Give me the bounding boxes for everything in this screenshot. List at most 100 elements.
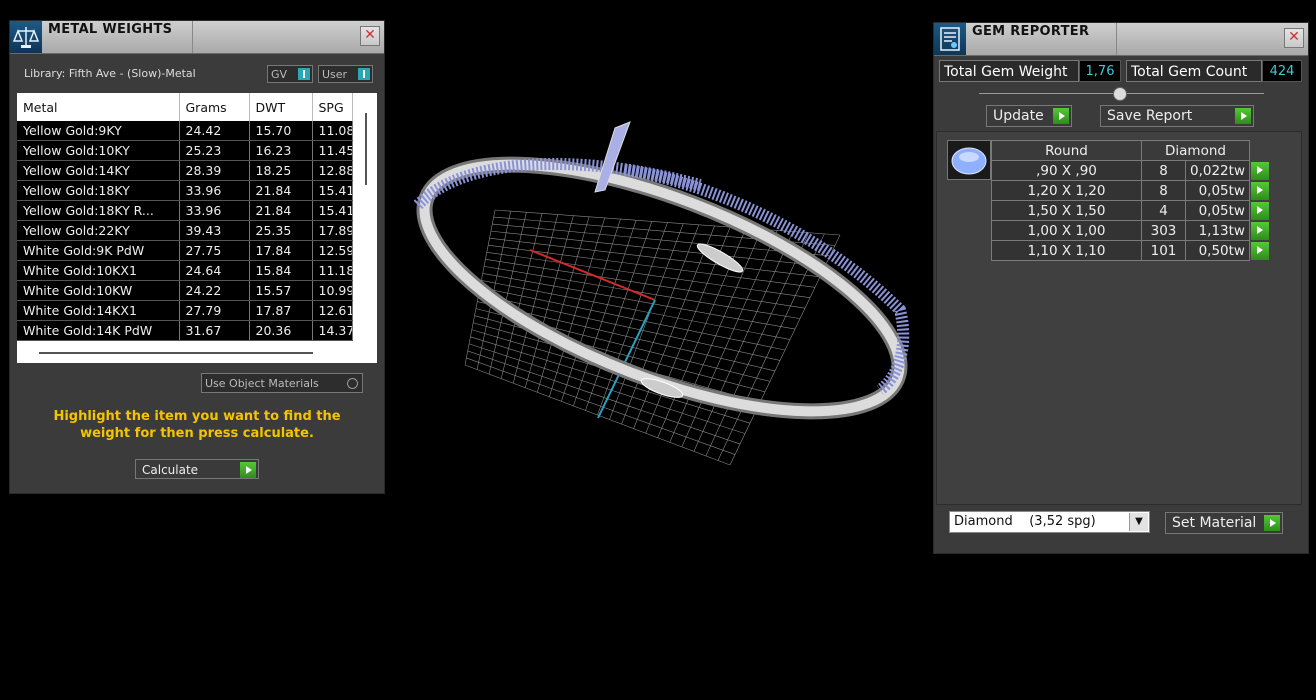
metal-weights-panel: METAL WEIGHTS ✕ Library: Fifth Ave - (Sl…	[9, 20, 385, 494]
material-select-value: Diamond (3,52 spg)	[954, 514, 1096, 529]
metal-cell: 33.96	[179, 200, 250, 221]
metal-cell: 17.89	[312, 220, 353, 241]
gem-shape-header: Round	[991, 140, 1142, 161]
metal-cell: 21.84	[249, 180, 313, 201]
metal-cell: 12.61	[312, 300, 353, 321]
metal-row[interactable]: Yellow Gold:10KY 25.23 16.23 11.45	[17, 140, 353, 161]
metal-row[interactable]: White Gold:9K PdW 27.75 17.84 12.59	[17, 240, 353, 261]
grid-line	[474, 315, 766, 393]
set-material-button[interactable]: Set Material	[1165, 512, 1283, 534]
metal-cell: 31.67	[179, 320, 250, 341]
gem-cell: 8	[1141, 180, 1186, 201]
metal-cell: Yellow Gold:18KY	[17, 180, 180, 201]
gem-cell: 1,10 X 1,10	[991, 240, 1142, 261]
material-select[interactable]: Diamond (3,52 spg) ▼	[949, 511, 1150, 533]
gem-cell: ,90 X ,90	[991, 160, 1142, 181]
metal-cell: 24.42	[179, 121, 250, 141]
metal-cell: 24.22	[179, 280, 250, 301]
chevron-down-icon[interactable]: ▼	[1129, 513, 1148, 531]
gem-row-play-icon[interactable]	[1250, 161, 1269, 180]
gem-cell: 1,13tw	[1185, 220, 1250, 241]
gem-cell: 8	[1141, 160, 1186, 181]
gem-cell: 4	[1141, 200, 1186, 221]
gem-row[interactable]: ,90 X ,90 8 0,022tw	[991, 160, 1271, 181]
horizontal-scrollbar[interactable]	[17, 343, 357, 363]
play-icon	[1235, 108, 1251, 124]
gem-row[interactable]: 1,20 X 1,20 8 0,05tw	[991, 180, 1271, 201]
metal-weights-titlebar[interactable]: METAL WEIGHTS ✕	[10, 21, 384, 54]
gem-row-play-icon[interactable]	[1250, 181, 1269, 200]
metal-scale-icon	[10, 21, 42, 53]
gem-list-area: Round Diamond ,90 X ,90 8 0,022tw 1,20 X 1,…	[936, 131, 1302, 505]
library-label: Library: Fifth Ave - (Slow)-Metal	[24, 67, 196, 80]
total-gem-weight-label: Total Gem Weight	[939, 60, 1079, 82]
metal-row[interactable]: Yellow Gold:14KY 28.39 18.25 12.88	[17, 160, 353, 181]
metal-cell: 33.96	[179, 180, 250, 201]
gem-reporter-panel: GEM REPORTER ✕ Total Gem Weight 1,76 Tot…	[933, 22, 1309, 554]
save-report-button[interactable]: Save Report	[1100, 105, 1254, 127]
metal-column-header[interactable]: Metal	[17, 93, 180, 121]
metal-cell: 15.41	[312, 200, 353, 221]
metal-cell: 39.43	[179, 220, 250, 241]
user-toggle[interactable]: User	[318, 65, 373, 83]
metal-cell: Yellow Gold:9KY	[17, 121, 180, 141]
metal-cell: 18.25	[249, 160, 313, 181]
metal-row[interactable]: White Gold:10KW 24.22 15.57 10.99	[17, 280, 353, 301]
metal-cell: 15.41	[312, 180, 353, 201]
metal-column-header[interactable]: DWT	[249, 93, 313, 121]
gv-toggle[interactable]: GV	[267, 65, 313, 83]
close-icon[interactable]: ✕	[360, 26, 380, 46]
grid-line	[464, 364, 731, 466]
metal-row[interactable]: Yellow Gold:22KY 39.43 25.35 17.89	[17, 220, 353, 241]
round-gem-icon[interactable]	[947, 140, 991, 180]
grid-line	[470, 336, 751, 424]
metal-cell: Yellow Gold:22KY	[17, 220, 180, 241]
gem-row[interactable]: 1,10 X 1,10 101 0,50tw	[991, 240, 1271, 261]
metal-column-header[interactable]: Grams	[179, 93, 250, 121]
use-object-materials-toggle[interactable]: Use Object Materials	[201, 373, 363, 393]
gem-reporter-title: GEM REPORTER	[972, 24, 1090, 39]
user-toggle-label: User	[322, 68, 348, 81]
grid-line	[693, 231, 794, 452]
metal-cell: Yellow Gold:18KY R...	[17, 200, 180, 221]
metal-cell: 12.88	[312, 160, 353, 181]
gem-row[interactable]: 1,50 X 1,50 4 0,05tw	[991, 200, 1271, 221]
metal-cell: 27.75	[179, 240, 250, 261]
total-gem-count-value: 424	[1262, 60, 1302, 82]
metal-cell: 10.99	[312, 280, 353, 301]
gem-cell: 303	[1141, 220, 1186, 241]
metal-row[interactable]: White Gold:10KX1 24.64 15.84 11.18	[17, 260, 353, 281]
play-icon	[1053, 108, 1069, 124]
metal-table-container: Metal Grams DWT SPG Yellow Gold:9KY 24.42 15.…	[17, 93, 377, 363]
gem-cell: 101	[1141, 240, 1186, 261]
gem-row-play-icon[interactable]	[1250, 221, 1269, 240]
metal-cell: 17.84	[249, 240, 313, 261]
gem-row-play-icon[interactable]	[1250, 241, 1269, 260]
update-button[interactable]: Update	[986, 105, 1072, 127]
gem-row-play-icon[interactable]	[1250, 201, 1269, 220]
close-icon[interactable]: ✕	[1284, 28, 1304, 48]
slider-handle[interactable]	[1113, 87, 1127, 101]
3d-viewport[interactable]	[400, 110, 920, 470]
gem-cell: 0,022tw	[1185, 160, 1250, 181]
gem-report-icon	[934, 23, 966, 55]
metal-row[interactable]: Yellow Gold:18KY R... 33.96 21.84 15.41	[17, 200, 353, 221]
calculate-button[interactable]: Calculate	[135, 459, 259, 479]
total-gem-weight-text: Total Gem Weight	[944, 64, 1068, 80]
metal-column-header[interactable]: SPG	[312, 93, 353, 121]
metal-row[interactable]: White Gold:14KX1 27.79 17.87 12.61	[17, 300, 353, 321]
gem-row[interactable]: 1,00 X 1,00 303 1,13tw	[991, 220, 1271, 241]
gem-reporter-titlebar[interactable]: GEM REPORTER ✕	[934, 23, 1308, 56]
play-icon	[1264, 515, 1280, 531]
metal-table: Metal Grams DWT SPG Yellow Gold:9KY 24.42 15.…	[17, 93, 353, 341]
gem-cell: 0,50tw	[1185, 240, 1250, 261]
metal-row[interactable]: Yellow Gold:18KY 33.96 21.84 15.41	[17, 180, 353, 201]
metal-cell: 20.36	[249, 320, 313, 341]
gem-cell: 0,05tw	[1185, 200, 1250, 221]
play-icon	[240, 462, 256, 478]
metal-row[interactable]: Yellow Gold:9KY 24.42 15.70 11.08	[17, 121, 353, 141]
metal-row[interactable]: White Gold:14K PdW 31.67 20.36 14.37	[17, 320, 353, 341]
metal-cell: 27.79	[179, 300, 250, 321]
vertical-scrollbar[interactable]	[356, 93, 376, 363]
metal-cell: 15.70	[249, 121, 313, 141]
